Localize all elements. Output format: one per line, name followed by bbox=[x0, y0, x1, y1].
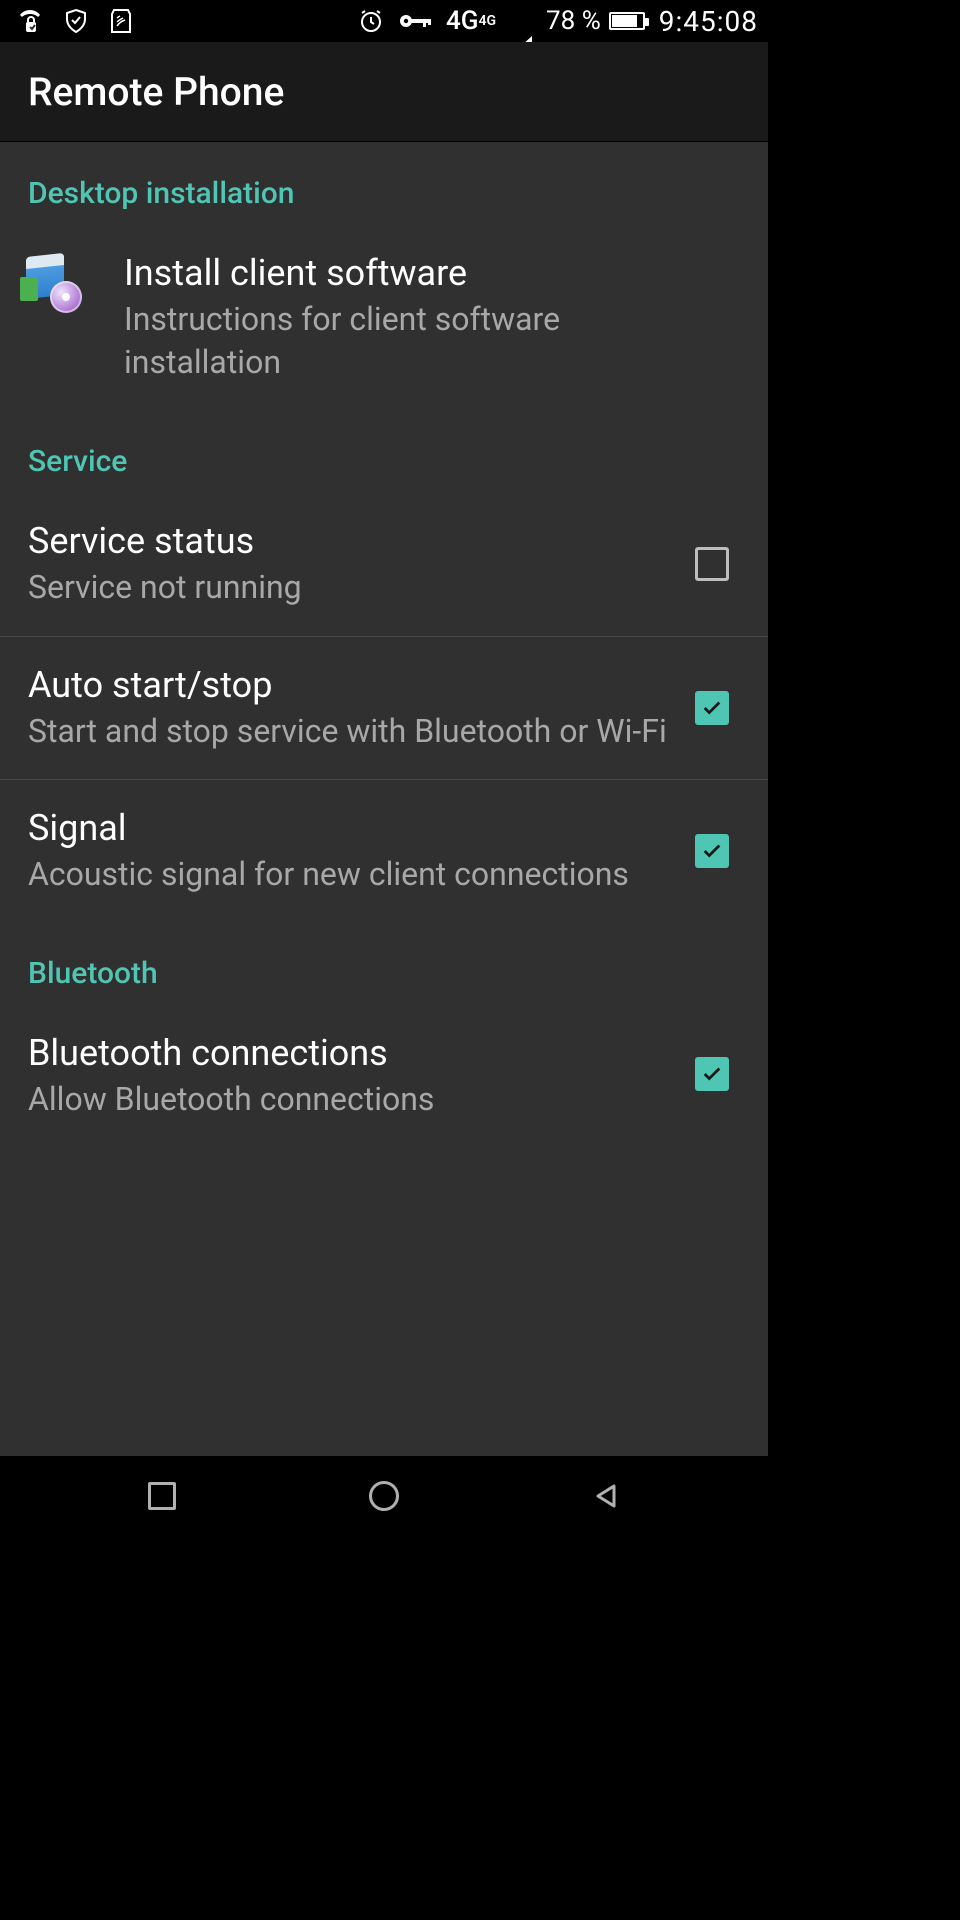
navigation-bar bbox=[0, 1456, 768, 1536]
row-bluetooth-connections[interactable]: Bluetooth connections Allow Bluetooth co… bbox=[0, 1005, 768, 1118]
section-header-service: Service bbox=[0, 410, 768, 493]
checkbox-signal[interactable] bbox=[695, 834, 729, 868]
nav-back-button[interactable] bbox=[546, 1472, 666, 1520]
battery-pct: 78 % bbox=[546, 6, 601, 36]
row-sub: Start and stop service with Bluetooth or… bbox=[28, 710, 668, 753]
row-service-status[interactable]: Service status Service not running bbox=[0, 493, 768, 636]
square-icon bbox=[148, 1482, 176, 1510]
row-title: Bluetooth connections bbox=[28, 1031, 668, 1076]
row-title: Service status bbox=[28, 519, 668, 564]
row-auto-start-stop[interactable]: Auto start/stop Start and stop service w… bbox=[0, 637, 768, 780]
section-header-install: Desktop installation bbox=[0, 142, 768, 225]
status-bar: 4G4G 78 % 9:45:08 bbox=[0, 0, 768, 42]
checkbox-auto-start[interactable] bbox=[695, 691, 729, 725]
row-sub: Instructions for client software install… bbox=[124, 298, 724, 384]
row-title: Signal bbox=[28, 806, 668, 851]
row-sub: Service not running bbox=[28, 566, 668, 609]
triangle-back-icon bbox=[592, 1482, 620, 1510]
row-title: Install client software bbox=[124, 251, 724, 296]
row-install-client[interactable]: Install client software Instructions for… bbox=[0, 225, 768, 410]
nav-recent-button[interactable] bbox=[102, 1472, 222, 1520]
alarm-icon bbox=[358, 8, 384, 34]
battery-indicator: 78 % bbox=[546, 6, 645, 36]
battery-icon bbox=[609, 12, 645, 30]
row-sub: Acoustic signal for new client connectio… bbox=[28, 853, 668, 896]
section-header-bluetooth: Bluetooth bbox=[0, 922, 768, 1005]
signal-icon bbox=[510, 6, 532, 36]
checkbox-bluetooth-conn[interactable] bbox=[695, 1057, 729, 1091]
app-bar: Remote Phone bbox=[0, 42, 768, 142]
app-title: Remote Phone bbox=[28, 69, 284, 115]
shield-check-icon bbox=[64, 8, 88, 34]
clock: 9:45:08 bbox=[659, 5, 758, 38]
wifi-lock-icon bbox=[18, 8, 42, 34]
nav-home-button[interactable] bbox=[324, 1472, 444, 1520]
vpn-key-icon bbox=[398, 11, 432, 31]
nfc-tag-icon bbox=[110, 8, 132, 34]
install-box-icon bbox=[28, 251, 124, 311]
row-signal[interactable]: Signal Acoustic signal for new client co… bbox=[0, 780, 768, 922]
row-title: Auto start/stop bbox=[28, 663, 668, 708]
settings-list[interactable]: Desktop installation Install client soft… bbox=[0, 142, 768, 1456]
network-type: 4G4G bbox=[446, 6, 496, 36]
checkbox-service-status[interactable] bbox=[695, 547, 729, 581]
row-sub: Allow Bluetooth connections bbox=[28, 1078, 668, 1118]
circle-icon bbox=[369, 1481, 399, 1511]
